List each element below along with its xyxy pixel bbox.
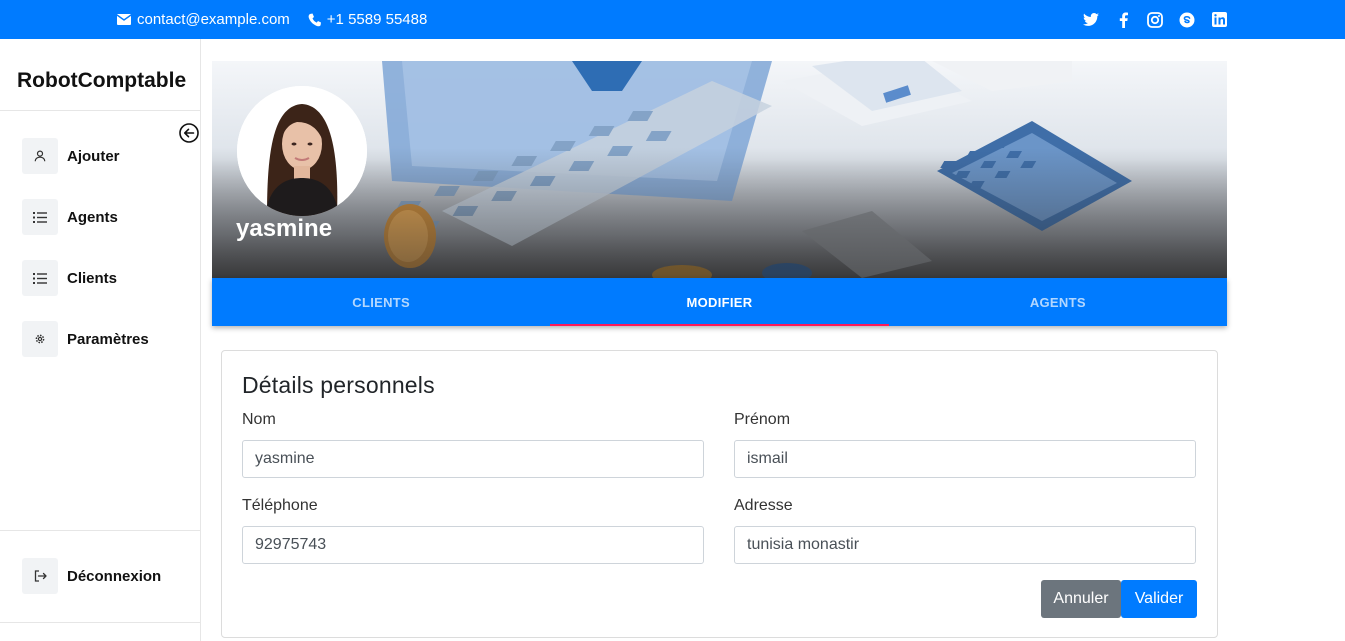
sidebar-divider (0, 530, 200, 531)
contact-info: contact@example.com +1 5589 55488 (117, 0, 445, 39)
linkedin-icon[interactable] (1211, 12, 1227, 28)
contact-email-text: contact@example.com (137, 11, 290, 28)
profile-banner: yasmine (212, 61, 1227, 278)
adresse-field[interactable] (734, 526, 1196, 564)
tab-modifier[interactable]: MODIFIER (550, 278, 889, 326)
form-title: Détails personnels (242, 372, 435, 398)
sidebar-divider (0, 622, 200, 623)
logout-label: Déconnexion (67, 567, 162, 585)
sidebar-item-ajouter[interactable]: Ajouter (22, 138, 120, 174)
contact-phone[interactable]: +1 5589 55488 (308, 11, 428, 28)
sidebar-item-clients[interactable]: Clients (22, 260, 117, 296)
sidebar-item-label: Paramètres (67, 330, 149, 348)
sidebar-item-label: Agents (67, 208, 118, 226)
prenom-field[interactable] (734, 440, 1196, 478)
avatar[interactable] (237, 86, 367, 216)
instagram-icon[interactable] (1147, 11, 1163, 28)
sidebar-item-label: Clients (67, 269, 118, 287)
personal-details-card: Détails personnels Nom Prénom Téléphone … (221, 350, 1218, 638)
facebook-icon[interactable] (1115, 12, 1131, 28)
arrow-left-circle-icon (179, 123, 199, 143)
brand-logo[interactable]: RobotComptable (17, 69, 186, 93)
top-bar: contact@example.com +1 5589 55488 (0, 0, 1345, 39)
telephone-field[interactable] (242, 526, 704, 564)
sidebar: RobotComptable Ajouter Agents Clients Pa… (0, 39, 201, 641)
profile-name: yasmine (236, 215, 333, 242)
logout-button[interactable]: Déconnexion (22, 558, 161, 594)
contact-phone-text: +1 5589 55488 (326, 11, 428, 28)
phone-icon (308, 13, 321, 26)
cancel-button[interactable]: Annuler (1041, 580, 1121, 618)
sidebar-item-parametres[interactable]: Paramètres (22, 321, 149, 357)
contact-email[interactable]: contact@example.com (117, 11, 290, 28)
nom-label: Nom (242, 411, 276, 428)
twitter-icon[interactable] (1083, 12, 1099, 28)
sidebar-divider (0, 110, 200, 111)
tab-clients[interactable]: CLIENTS (212, 278, 550, 326)
nom-field[interactable] (242, 440, 704, 478)
sidebar-item-label: Ajouter (67, 147, 120, 165)
submit-button[interactable]: Valider (1121, 580, 1197, 618)
prenom-label: Prénom (734, 411, 791, 428)
envelope-icon (117, 14, 131, 25)
list-icon (22, 199, 58, 235)
sidebar-item-agents[interactable]: Agents (22, 199, 118, 235)
telephone-label: Téléphone (242, 497, 318, 514)
skype-icon[interactable] (1179, 12, 1195, 28)
tab-agents[interactable]: AGENTS (889, 278, 1227, 326)
profile-tabs: CLIENTS MODIFIER AGENTS (212, 278, 1227, 326)
social-links (1067, 0, 1227, 39)
adresse-label: Adresse (734, 497, 793, 514)
profile-photo (237, 86, 367, 216)
collapse-sidebar-button[interactable] (179, 123, 199, 143)
user-icon (22, 138, 58, 174)
gear-icon (22, 321, 58, 357)
logout-icon (22, 558, 58, 594)
list-icon (22, 260, 58, 296)
